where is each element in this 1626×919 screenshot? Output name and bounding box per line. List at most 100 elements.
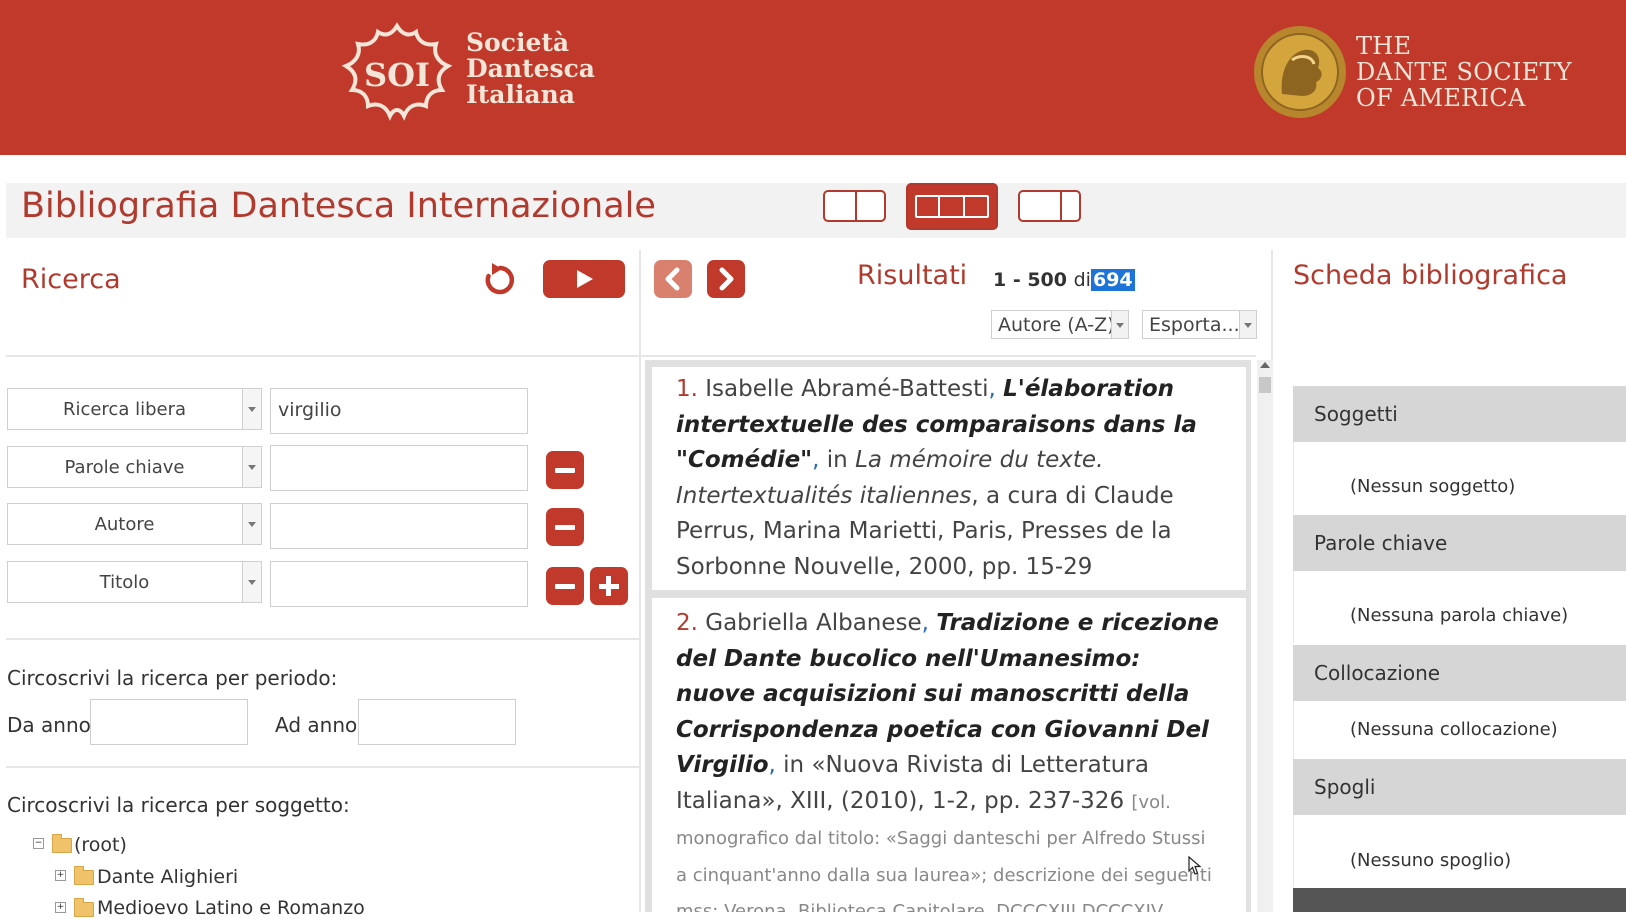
tree-collapse-toggle[interactable]: − (33, 838, 44, 849)
results-range: 1 - 500 (993, 269, 1067, 291)
panel-empty-text: (Nessuna parola chiave) (1350, 605, 1569, 626)
previous-page-button[interactable] (654, 260, 692, 298)
panel-parole-chiave-header[interactable]: Parole chiave (1293, 515, 1626, 571)
result-in: in (775, 752, 812, 778)
folder-icon (74, 898, 94, 917)
search-heading: Ricerca (21, 264, 121, 295)
panel-title: Soggetti (1314, 402, 1398, 426)
panel-next-header[interactable] (1293, 888, 1626, 912)
record-heading: Scheda bibliografica (1293, 260, 1568, 291)
results-scrollbar[interactable] (1257, 360, 1273, 912)
search-input-4[interactable] (270, 561, 528, 607)
from-year-label: Da anno (7, 713, 91, 737)
chevron-down-icon (1111, 311, 1128, 338)
layout-divider (855, 192, 857, 220)
from-year-input[interactable] (90, 699, 248, 745)
soi-logo-line: Società (466, 28, 570, 57)
panel-empty-text: (Nessuno spoglio) (1350, 850, 1512, 871)
panel-title: Parole chiave (1314, 531, 1448, 555)
soi-logo-emblem: SOI (341, 22, 453, 121)
search-input-1[interactable]: virgilio (270, 388, 528, 434)
result-in: in (819, 447, 856, 473)
layout-divider (1060, 192, 1062, 220)
header-separator (6, 355, 1256, 357)
field-select-1[interactable]: Ricerca libera (7, 388, 262, 430)
play-icon (577, 270, 593, 288)
panel-collocazione-header[interactable]: Collocazione (1293, 645, 1626, 701)
results-count: 1 - 500 di 694 (993, 269, 1135, 291)
panel-title: Spogli (1314, 775, 1376, 799)
tree-item-root[interactable]: (root) (74, 834, 127, 856)
remove-row-button[interactable] (546, 508, 584, 546)
dsa-logo-line: OF AMERICA (1356, 84, 1526, 112)
field-select-value: Titolo (99, 572, 150, 593)
remove-row-button[interactable] (546, 567, 584, 605)
tree-item-medioevo[interactable]: Medioevo Latino e Romanzo (97, 897, 365, 919)
panel-soggetti-body: (Nessun soggetto) (1293, 442, 1626, 514)
search-submit-button[interactable] (543, 260, 625, 298)
results-heading: Risultati (857, 260, 968, 291)
field-select-2[interactable]: Parole chiave (7, 446, 262, 488)
sort-select[interactable]: Autore (A-Z) (991, 310, 1129, 339)
folder-icon (52, 834, 72, 853)
field-select-4[interactable]: Titolo (7, 561, 262, 603)
panel-soggetti-header[interactable]: Soggetti (1293, 386, 1626, 442)
layout-three-column-button[interactable] (906, 183, 998, 230)
sort-select-value: Autore (A-Z) (998, 314, 1115, 336)
remove-row-button[interactable] (546, 451, 584, 489)
subject-label: Circoscrivi la ricerca per soggetto: (7, 793, 350, 817)
period-label: Circoscrivi la ricerca per periodo: (7, 666, 338, 690)
chevron-down-icon (1239, 311, 1256, 338)
result-author: Gabriella Albanese (705, 610, 922, 636)
chevron-left-icon (665, 267, 680, 291)
dante-medal-logo (1254, 26, 1346, 118)
layout-divider (963, 197, 965, 216)
layout-two-column-button[interactable] (823, 190, 886, 222)
dsa-logo-text: THE DANTE SOCIETY OF AMERICA (1356, 33, 1572, 111)
panel-parole-chiave-body: (Nessuna parola chiave) (1293, 571, 1626, 643)
panel-title: Collocazione (1314, 661, 1441, 685)
result-number: 2. (676, 610, 698, 636)
to-year-input[interactable] (358, 699, 516, 745)
result-number: 1. (676, 376, 698, 402)
chevron-down-icon (242, 504, 261, 544)
layout-two-column-right-button[interactable] (1018, 190, 1081, 222)
tree-expand-toggle[interactable]: + (55, 902, 66, 913)
next-page-button[interactable] (707, 260, 745, 298)
scrollbar-thumb[interactable] (1259, 377, 1271, 393)
field-select-value: Parole chiave (64, 457, 185, 478)
mouse-cursor-icon (1188, 856, 1202, 875)
panel-spogli-body: (Nessuno spoglio) (1293, 815, 1626, 887)
panel-empty-text: (Nessuna collocazione) (1350, 719, 1558, 740)
result-item-1[interactable]: 1. Isabelle Abramé-Battesti, L'élaborati… (676, 372, 1221, 585)
field-select-value: Autore (94, 514, 155, 535)
section-separator (6, 638, 639, 640)
folder-icon (74, 866, 94, 885)
result-separator: , (988, 376, 996, 402)
result-separator: , (768, 752, 776, 778)
export-select[interactable]: Esporta... (1142, 310, 1257, 339)
column-separator (1271, 250, 1273, 360)
add-row-button[interactable] (590, 567, 628, 605)
field-select-value: Ricerca libera (62, 399, 187, 420)
tree-item-dante[interactable]: Dante Alighieri (97, 866, 238, 888)
chevron-right-icon (719, 267, 734, 291)
scroll-up-arrow-icon[interactable] (1260, 362, 1270, 368)
section-separator (6, 766, 639, 768)
search-input-3[interactable] (270, 503, 528, 549)
panel-spogli-header[interactable]: Spogli (1293, 759, 1626, 815)
result-item-2[interactable]: 2. Gabriella Albanese, Tradizione e rice… (676, 606, 1221, 912)
svg-text:SOI: SOI (364, 56, 430, 94)
page-title: Bibliografia Dantesca Internazionale (21, 186, 656, 226)
reset-icon[interactable] (482, 262, 518, 298)
tree-expand-toggle[interactable]: + (55, 870, 66, 881)
chevron-down-icon (242, 389, 261, 429)
dsa-logo-line: THE (1356, 32, 1412, 60)
to-year-label: Ad anno (275, 713, 358, 737)
field-select-3[interactable]: Autore (7, 503, 262, 545)
panel-empty-text: (Nessun soggetto) (1350, 476, 1516, 497)
layout-divider (938, 197, 940, 216)
results-range-of: di (1073, 269, 1091, 291)
column-separator (639, 250, 641, 912)
search-input-2[interactable] (270, 445, 528, 491)
